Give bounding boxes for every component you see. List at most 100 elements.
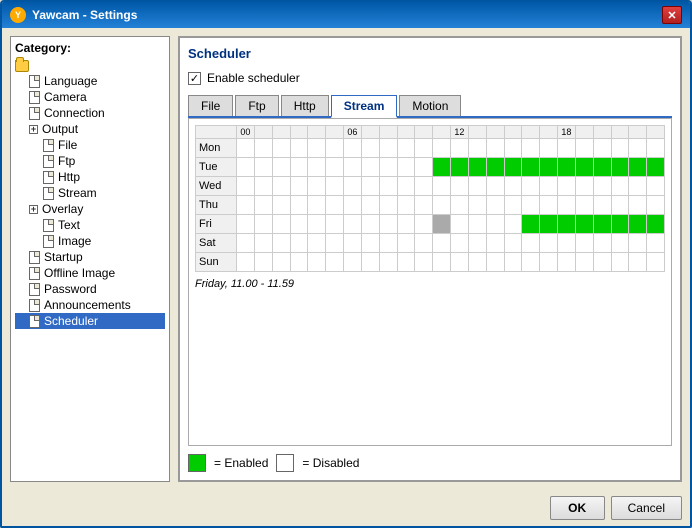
cell-sat-16[interactable]	[522, 234, 539, 252]
cell-mon-1[interactable]	[255, 139, 272, 157]
cell-sat-13[interactable]	[469, 234, 486, 252]
cell-wed-4[interactable]	[308, 177, 325, 195]
cell-thu-22[interactable]	[629, 196, 646, 214]
cell-sun-21[interactable]	[612, 253, 629, 271]
cell-sat-18[interactable]	[558, 234, 575, 252]
cell-tue-6[interactable]	[344, 158, 361, 176]
cell-tue-16[interactable]	[522, 158, 539, 176]
sidebar-item-image[interactable]: Image	[15, 233, 165, 249]
cell-fri-5[interactable]	[326, 215, 343, 233]
cell-fri-6[interactable]	[344, 215, 361, 233]
cell-sun-11[interactable]	[433, 253, 450, 271]
cell-sun-18[interactable]	[558, 253, 575, 271]
cell-mon-20[interactable]	[594, 139, 611, 157]
sidebar-item-announcements[interactable]: Announcements	[15, 297, 165, 313]
cell-tue-13[interactable]	[469, 158, 486, 176]
cell-fri-10[interactable]	[415, 215, 432, 233]
cell-thu-5[interactable]	[326, 196, 343, 214]
cell-mon-6[interactable]	[344, 139, 361, 157]
cell-sat-21[interactable]	[612, 234, 629, 252]
cell-mon-13[interactable]	[469, 139, 486, 157]
cell-mon-23[interactable]	[647, 139, 664, 157]
cell-sat-20[interactable]	[594, 234, 611, 252]
cell-thu-3[interactable]	[291, 196, 308, 214]
cell-sat-22[interactable]	[629, 234, 646, 252]
cell-wed-1[interactable]	[255, 177, 272, 195]
cell-thu-18[interactable]	[558, 196, 575, 214]
cell-sun-14[interactable]	[487, 253, 504, 271]
cell-tue-5[interactable]	[326, 158, 343, 176]
cell-wed-6[interactable]	[344, 177, 361, 195]
cell-tue-9[interactable]	[398, 158, 415, 176]
cell-sat-9[interactable]	[398, 234, 415, 252]
cell-wed-21[interactable]	[612, 177, 629, 195]
cell-fri-12[interactable]	[451, 215, 468, 233]
tab-stream[interactable]: Stream	[331, 95, 398, 118]
cell-mon-2[interactable]	[273, 139, 290, 157]
cell-sat-10[interactable]	[415, 234, 432, 252]
cell-sat-4[interactable]	[308, 234, 325, 252]
cell-fri-3[interactable]	[291, 215, 308, 233]
cell-thu-8[interactable]	[380, 196, 397, 214]
cell-wed-0[interactable]	[237, 177, 254, 195]
cell-sun-5[interactable]	[326, 253, 343, 271]
cell-sat-17[interactable]	[540, 234, 557, 252]
cell-tue-11[interactable]	[433, 158, 450, 176]
enable-checkbox[interactable]: ✓	[188, 72, 201, 85]
cell-sun-12[interactable]	[451, 253, 468, 271]
sidebar-item-output[interactable]: +Output	[15, 121, 165, 137]
cell-thu-13[interactable]	[469, 196, 486, 214]
cell-thu-4[interactable]	[308, 196, 325, 214]
cell-thu-15[interactable]	[505, 196, 522, 214]
cell-thu-14[interactable]	[487, 196, 504, 214]
sidebar-item-password[interactable]: Password	[15, 281, 165, 297]
cell-fri-23[interactable]	[647, 215, 664, 233]
cell-thu-21[interactable]	[612, 196, 629, 214]
cell-wed-10[interactable]	[415, 177, 432, 195]
cell-tue-12[interactable]	[451, 158, 468, 176]
cell-sat-5[interactable]	[326, 234, 343, 252]
cell-sat-1[interactable]	[255, 234, 272, 252]
cell-tue-18[interactable]	[558, 158, 575, 176]
cell-tue-15[interactable]	[505, 158, 522, 176]
cell-mon-19[interactable]	[576, 139, 593, 157]
cell-tue-14[interactable]	[487, 158, 504, 176]
cell-tue-22[interactable]	[629, 158, 646, 176]
sidebar-item-ftp[interactable]: Ftp	[15, 153, 165, 169]
cell-mon-0[interactable]	[237, 139, 254, 157]
cell-sat-8[interactable]	[380, 234, 397, 252]
cell-mon-11[interactable]	[433, 139, 450, 157]
cell-mon-7[interactable]	[362, 139, 379, 157]
cell-fri-14[interactable]	[487, 215, 504, 233]
cell-fri-9[interactable]	[398, 215, 415, 233]
cell-thu-11[interactable]	[433, 196, 450, 214]
cell-thu-16[interactable]	[522, 196, 539, 214]
cell-mon-15[interactable]	[505, 139, 522, 157]
cell-wed-16[interactable]	[522, 177, 539, 195]
tab-http[interactable]: Http	[281, 95, 329, 116]
sidebar-item-stream[interactable]: Stream	[15, 185, 165, 201]
cell-tue-17[interactable]	[540, 158, 557, 176]
cell-sun-8[interactable]	[380, 253, 397, 271]
cell-mon-9[interactable]	[398, 139, 415, 157]
cell-wed-12[interactable]	[451, 177, 468, 195]
cell-tue-3[interactable]	[291, 158, 308, 176]
tab-ftp[interactable]: Ftp	[235, 95, 278, 116]
expand-icon-overlay[interactable]: +	[29, 205, 38, 214]
cell-thu-12[interactable]	[451, 196, 468, 214]
cell-mon-12[interactable]	[451, 139, 468, 157]
tab-motion[interactable]: Motion	[399, 95, 461, 116]
cell-wed-9[interactable]	[398, 177, 415, 195]
cell-mon-18[interactable]	[558, 139, 575, 157]
cell-wed-11[interactable]	[433, 177, 450, 195]
cell-mon-3[interactable]	[291, 139, 308, 157]
sidebar-item-scheduler[interactable]: Scheduler	[15, 313, 165, 329]
cell-sat-12[interactable]	[451, 234, 468, 252]
cell-fri-16[interactable]	[522, 215, 539, 233]
cell-fri-7[interactable]	[362, 215, 379, 233]
cell-mon-22[interactable]	[629, 139, 646, 157]
cell-fri-22[interactable]	[629, 215, 646, 233]
cell-sun-23[interactable]	[647, 253, 664, 271]
cell-thu-1[interactable]	[255, 196, 272, 214]
cell-sat-11[interactable]	[433, 234, 450, 252]
